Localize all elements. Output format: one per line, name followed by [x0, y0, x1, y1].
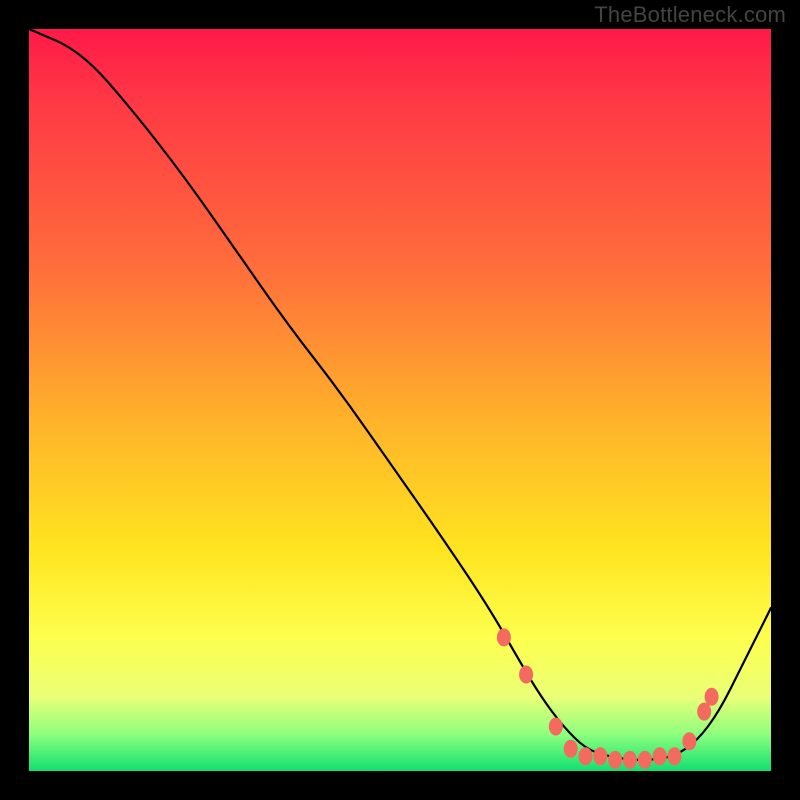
gradient-plot-area: [29, 29, 771, 771]
watermark-text: TheBottleneck.com: [594, 2, 786, 28]
chart-frame: TheBottleneck.com: [0, 0, 800, 800]
